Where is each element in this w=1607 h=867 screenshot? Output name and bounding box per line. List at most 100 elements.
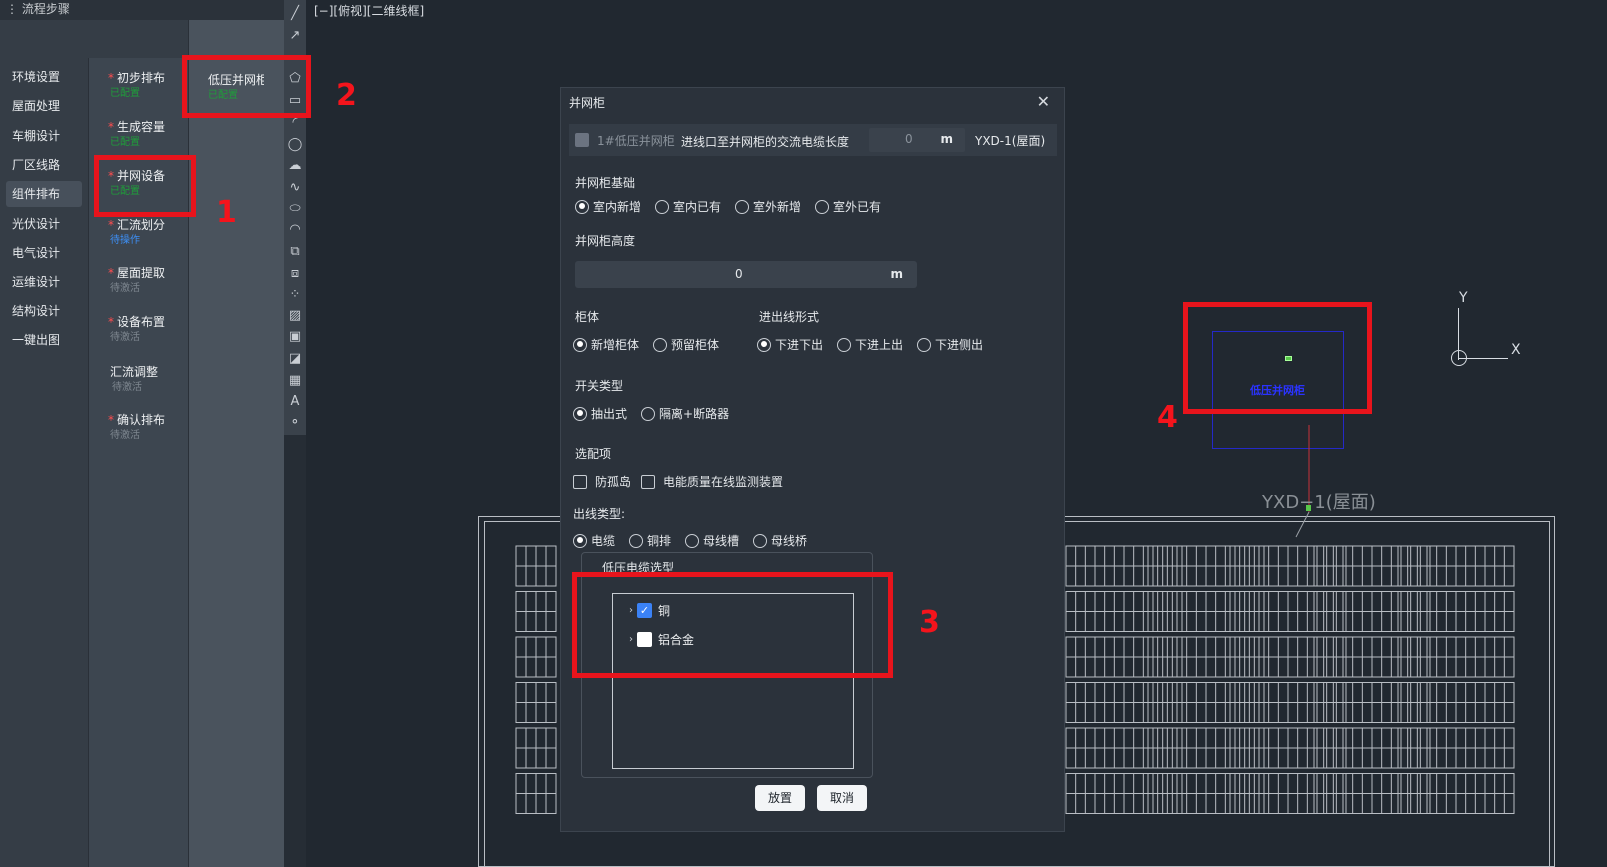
step-combiner-adjust[interactable]: 汇流调整 待激活 [110,364,188,396]
foundation-title: 并网柜基础 [575,176,636,190]
nav-item-module-layout[interactable]: 组件排布 [6,181,82,207]
nav-item-pv-design[interactable]: 光伏设计 [12,211,60,237]
step-title: 汇流划分 [117,218,166,232]
radio-bottom-in-side-out[interactable]: 下进侧出 [917,336,983,353]
options-checkbox-group: 防孤岛 电能质量在线监测装置 [573,473,793,490]
step-status: 已配置 [110,88,140,99]
ellipse-tool-icon[interactable]: ⬭ [287,201,303,217]
circle-tool-icon[interactable]: ◯ [287,137,303,153]
radio-dot [735,199,750,214]
radio-copper-bar[interactable]: 铜排 [629,532,671,549]
step-combiner-division[interactable]: * 汇流划分 待操作 [108,217,186,249]
line-tool-icon[interactable]: ╱ [287,6,303,22]
step-title: 生成容量 [117,120,166,134]
place-button[interactable]: 放置 [755,785,805,811]
height-input[interactable]: 0 m [575,261,917,288]
nav-item-electrical[interactable]: 电气设计 [12,240,60,266]
annotation-number-4: 4 [1157,400,1178,435]
radio-bus-bridge[interactable]: 母线桥 [753,532,807,549]
add-selected-tool-icon[interactable]: ⚬ [287,415,303,431]
radio-label: 室外新增 [753,200,802,214]
step-initial-layout[interactable]: * 初步排布 已配置 [108,70,186,102]
radio-dot [815,199,830,214]
hatch-tool-icon[interactable]: ▨ [287,308,303,324]
step-title: 汇流调整 [110,365,159,379]
radio-drawout[interactable]: 抽出式 [573,405,627,422]
step-roof-extract[interactable]: * 屋面提取 待激活 [108,265,186,297]
nav-item-carport[interactable]: 车棚设计 [12,123,60,149]
checkbox-power-quality-monitor[interactable]: 电能质量在线监测装置 [641,473,783,490]
radio-label: 下进侧出 [935,338,984,352]
region-tool-icon[interactable]: ◪ [287,351,303,367]
radio-cable[interactable]: 电缆 [573,532,615,549]
radio-dot [837,337,852,352]
viewport-label[interactable]: [−][俯视][二维线框] [314,2,424,19]
cable-length-input[interactable]: 0 m [869,128,965,152]
create-block-tool-icon[interactable]: ⧈ [287,266,303,282]
radio-label: 抽出式 [591,407,628,421]
boundary-tool-icon[interactable]: ▣ [287,329,303,345]
radio-dot [641,406,656,421]
radio-dot [573,533,587,548]
annotation-box-1 [94,155,196,217]
height-title: 并网柜高度 [575,234,636,248]
required-star: * [108,120,114,134]
radio-bottom-in-top-out[interactable]: 下进上出 [837,336,903,353]
cabinet-location: YXD-1(屋面) [975,134,1046,148]
radio-new-cabinet[interactable]: 新增柜体 [573,336,639,353]
step-capacity[interactable]: * 生成容量 已配置 [108,119,186,151]
nav-item-roof[interactable]: 屋面处理 [12,93,60,119]
nav-item-plant-route[interactable]: 厂区线路 [12,152,60,178]
radio-label: 新增柜体 [591,338,640,352]
radio-dot [573,337,587,352]
checkbox-anti-islanding[interactable]: 防孤岛 [573,473,631,490]
arrow-line-tool-icon[interactable]: ↗ [287,28,303,44]
radio-reserved-cabinet[interactable]: 预留柜体 [653,336,719,353]
cancel-button[interactable]: 取消 [817,785,867,811]
radio-outdoor-existing[interactable]: 室外已有 [815,198,881,215]
required-star: * [108,413,114,427]
cabinet-name: 1#低压并网柜 [597,134,675,148]
outline-type-radio-group: 电缆 铜排 母线槽 母线桥 [573,532,821,549]
radio-outdoor-new[interactable]: 室外新增 [735,198,801,215]
point-array-tool-icon[interactable]: ⁘ [287,287,303,303]
cabinet-row: 1#低压并网柜 进线口至并网柜的交流电缆长度 0 m YXD-1(屋面) [569,124,1057,156]
nav-item-export[interactable]: 一键出图 [12,327,60,353]
nav-item-structure[interactable]: 结构设计 [12,298,60,324]
radio-label: 室内已有 [673,200,722,214]
step-device-placement[interactable]: * 设备布置 待激活 [108,314,186,346]
radio-dot [917,337,932,352]
nav-item-environment[interactable]: 环境设置 [12,64,60,90]
required-star: * [108,218,114,232]
radio-label: 下进上出 [855,338,904,352]
radio-indoor-existing[interactable]: 室内已有 [655,198,721,215]
step-status: 已配置 [110,137,140,148]
table-tool-icon[interactable]: ▦ [287,373,303,389]
radio-label: 母线桥 [771,534,808,548]
radio-busway[interactable]: 母线槽 [685,532,739,549]
required-star: * [108,266,114,280]
app-root: [−][俯视][二维线框] 低压并网柜 YXD−1(屋面) Y X ⋮ 流程步骤… [0,0,1607,867]
step-title: 屋面提取 [117,266,166,280]
axis-y-label: Y [1459,290,1468,306]
radio-isolator-breaker[interactable]: 隔离+断路器 [641,405,729,422]
cabinet-checkbox[interactable] [575,133,589,147]
elliptical-arc-tool-icon[interactable]: ◠ [287,222,303,238]
insert-block-tool-icon[interactable]: ⧉ [287,244,303,260]
spline-tool-icon[interactable]: ∿ [287,180,303,196]
nav-item-om[interactable]: 运维设计 [12,269,60,295]
radio-indoor-new[interactable]: 室内新增 [575,198,641,215]
radio-bottom-in-bottom-out[interactable]: 下进下出 [757,336,823,353]
flow-panel-header: ⋮ 流程步骤 [0,0,290,20]
cloud-tool-icon[interactable]: ☁ [287,158,303,174]
height-value: 0 [735,267,743,281]
text-tool-icon[interactable]: A [287,394,303,410]
step-confirm-layout[interactable]: * 确认排布 待激活 [108,412,186,444]
radio-label: 预留柜体 [671,338,720,352]
yxd-label: YXD−1(屋面) [1262,492,1376,513]
outline-type-title: 出线类型: [573,507,626,521]
switch-type-radio-group: 抽出式 隔离+断路器 [573,405,743,422]
grid-cabinet-dialog: 并网柜 ✕ 1#低压并网柜 进线口至并网柜的交流电缆长度 0 m YXD-1(屋… [560,87,1065,832]
radio-dot [685,533,700,548]
close-icon[interactable]: ✕ [1037,92,1050,111]
